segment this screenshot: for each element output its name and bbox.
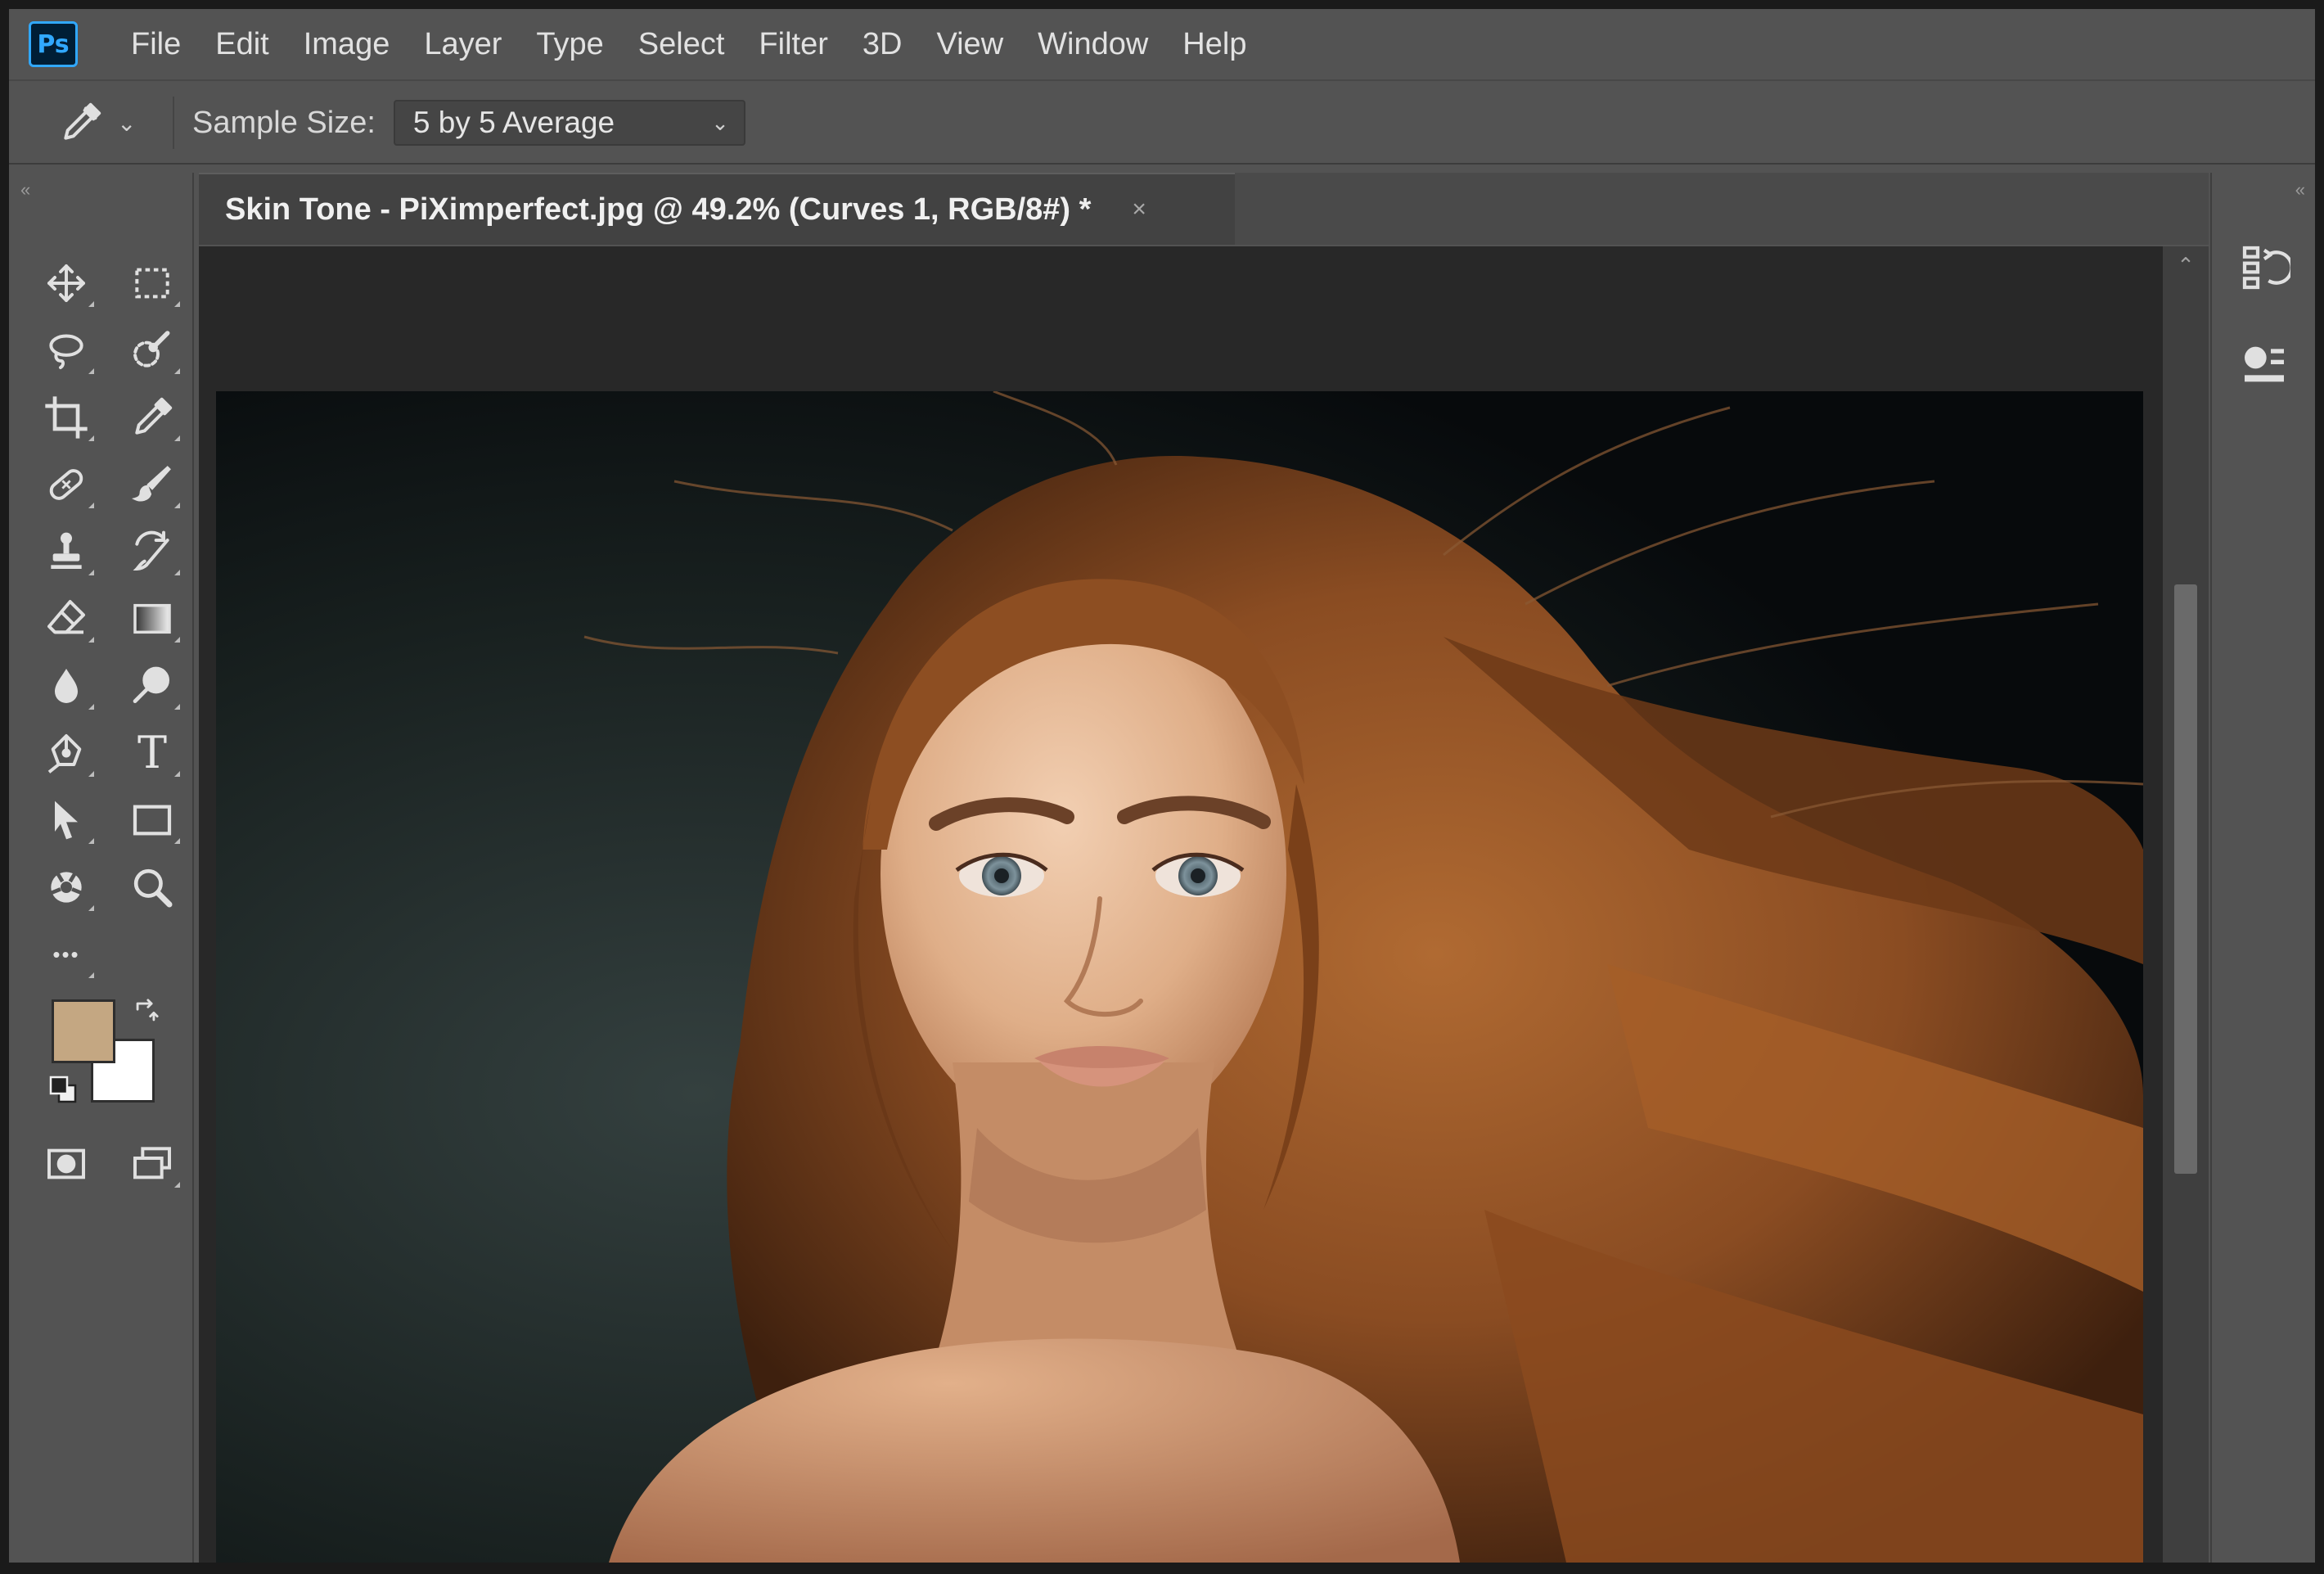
menu-file[interactable]: File	[114, 9, 198, 80]
pen-tool[interactable]	[34, 724, 99, 782]
collapse-panel-icon[interactable]: «	[2295, 179, 2305, 201]
swap-colors-icon[interactable]	[132, 998, 160, 1026]
menu-layer[interactable]: Layer	[407, 9, 519, 80]
rectangle-tool[interactable]	[119, 792, 185, 849]
blur-tool[interactable]	[34, 657, 99, 715]
menu-filter[interactable]: Filter	[741, 9, 844, 80]
eyedropper-icon	[135, 397, 173, 435]
crop-icon	[45, 396, 88, 439]
screen-mode-icon	[133, 1147, 171, 1179]
eraser-icon	[47, 600, 85, 634]
dodge-tool[interactable]	[119, 657, 185, 715]
options-bar: ⌄ Sample Size: 5 by 5 Average ⌄	[9, 83, 2315, 165]
path-selection-icon	[55, 801, 78, 840]
document-tab[interactable]: Skin Tone - PiXimperfect.jpg @ 49.2% (Cu…	[199, 173, 1235, 245]
panel-dock: «	[2210, 173, 2315, 1563]
crop-tool[interactable]	[34, 389, 99, 446]
hand-icon	[50, 871, 83, 903]
menu-window[interactable]: Window	[1020, 9, 1165, 80]
quick-selection-icon	[133, 331, 170, 368]
marquee-tool[interactable]	[119, 255, 185, 312]
blur-icon	[55, 669, 78, 703]
properties-panel-button[interactable]	[2228, 328, 2300, 400]
quick-mask-button[interactable]	[34, 1135, 99, 1193]
photoshop-window: Ps File Edit Image Layer Type Select Fil…	[9, 9, 2315, 1563]
sample-size-value: 5 by 5 Average	[412, 106, 615, 139]
menu-view[interactable]: View	[919, 9, 1020, 80]
menu-help[interactable]: Help	[1165, 9, 1263, 80]
brush-tool[interactable]	[119, 456, 185, 513]
gradient-tool[interactable]	[119, 590, 185, 647]
vertical-scrollbar[interactable]: ⌃	[2163, 246, 2209, 1563]
clone-stamp-tool[interactable]	[34, 523, 99, 580]
document-tab-title: Skin Tone - PiXimperfect.jpg @ 49.2% (Cu…	[225, 192, 1092, 227]
path-selection-tool[interactable]	[34, 792, 99, 849]
chevron-down-icon: ⌄	[117, 110, 137, 136]
zoom-tool[interactable]	[119, 859, 185, 916]
healing-brush-tool[interactable]	[34, 456, 99, 513]
menu-image[interactable]: Image	[286, 9, 408, 80]
hand-tool[interactable]	[34, 859, 99, 916]
more-tools-icon: •••	[52, 941, 80, 967]
ps-logo: Ps	[29, 21, 78, 67]
sample-size-label: Sample Size:	[192, 105, 376, 140]
menu-select[interactable]: Select	[621, 9, 742, 80]
eyedropper-icon	[64, 102, 101, 140]
default-colors-icon[interactable]	[47, 1073, 79, 1106]
document-canvas[interactable]	[216, 391, 2143, 1563]
marquee-icon	[135, 268, 169, 299]
lasso-tool[interactable]	[34, 322, 99, 379]
zoom-icon	[133, 868, 173, 908]
menu-3d[interactable]: 3D	[845, 9, 920, 80]
sample-size-select[interactable]: 5 by 5 Average ⌄	[393, 100, 745, 146]
menu-edit[interactable]: Edit	[198, 9, 286, 80]
type-tool[interactable]: T	[119, 724, 185, 782]
move-icon	[47, 264, 85, 302]
menu-bar: Ps File Edit Image Layer Type Select Fil…	[9, 9, 2315, 81]
chevron-down-icon: ⌄	[711, 110, 729, 135]
foreground-color-swatch[interactable]	[52, 999, 115, 1063]
eyedropper-tool[interactable]	[119, 389, 185, 446]
history-panel-icon	[2242, 246, 2290, 290]
eraser-tool[interactable]	[34, 590, 99, 647]
gradient-icon	[133, 603, 171, 634]
type-icon: T	[137, 727, 168, 778]
tab-strip	[1235, 173, 2209, 245]
quick-selection-tool[interactable]	[119, 322, 185, 379]
tool-preset-picker[interactable]: ⌄	[58, 100, 164, 146]
tools-panel: « T •••	[9, 173, 194, 1563]
menu-type[interactable]: Type	[519, 9, 620, 80]
collapse-panel-icon[interactable]: «	[20, 179, 30, 201]
healing-brush-icon	[49, 469, 83, 500]
more-tools-button[interactable]: •••	[34, 926, 99, 983]
portrait-photo	[216, 391, 2143, 1563]
scrollbar-thumb[interactable]	[2174, 584, 2197, 1174]
rectangle-icon	[133, 805, 172, 836]
history-brush-icon	[133, 530, 169, 571]
close-icon[interactable]: ×	[1132, 196, 1146, 223]
dodge-icon	[133, 666, 170, 703]
brush-icon	[131, 466, 171, 502]
history-panel-button[interactable]	[2228, 232, 2300, 304]
chevron-up-icon[interactable]: ⌃	[2163, 253, 2209, 278]
clone-stamp-icon	[51, 532, 82, 569]
divider	[173, 97, 174, 149]
quick-mask-icon	[47, 1148, 85, 1179]
pen-icon	[47, 734, 82, 773]
properties-panel-icon	[2245, 346, 2284, 382]
move-tool[interactable]	[34, 255, 99, 312]
history-brush-tool[interactable]	[119, 523, 185, 580]
screen-mode-button[interactable]	[119, 1135, 185, 1193]
lasso-icon	[49, 334, 83, 369]
